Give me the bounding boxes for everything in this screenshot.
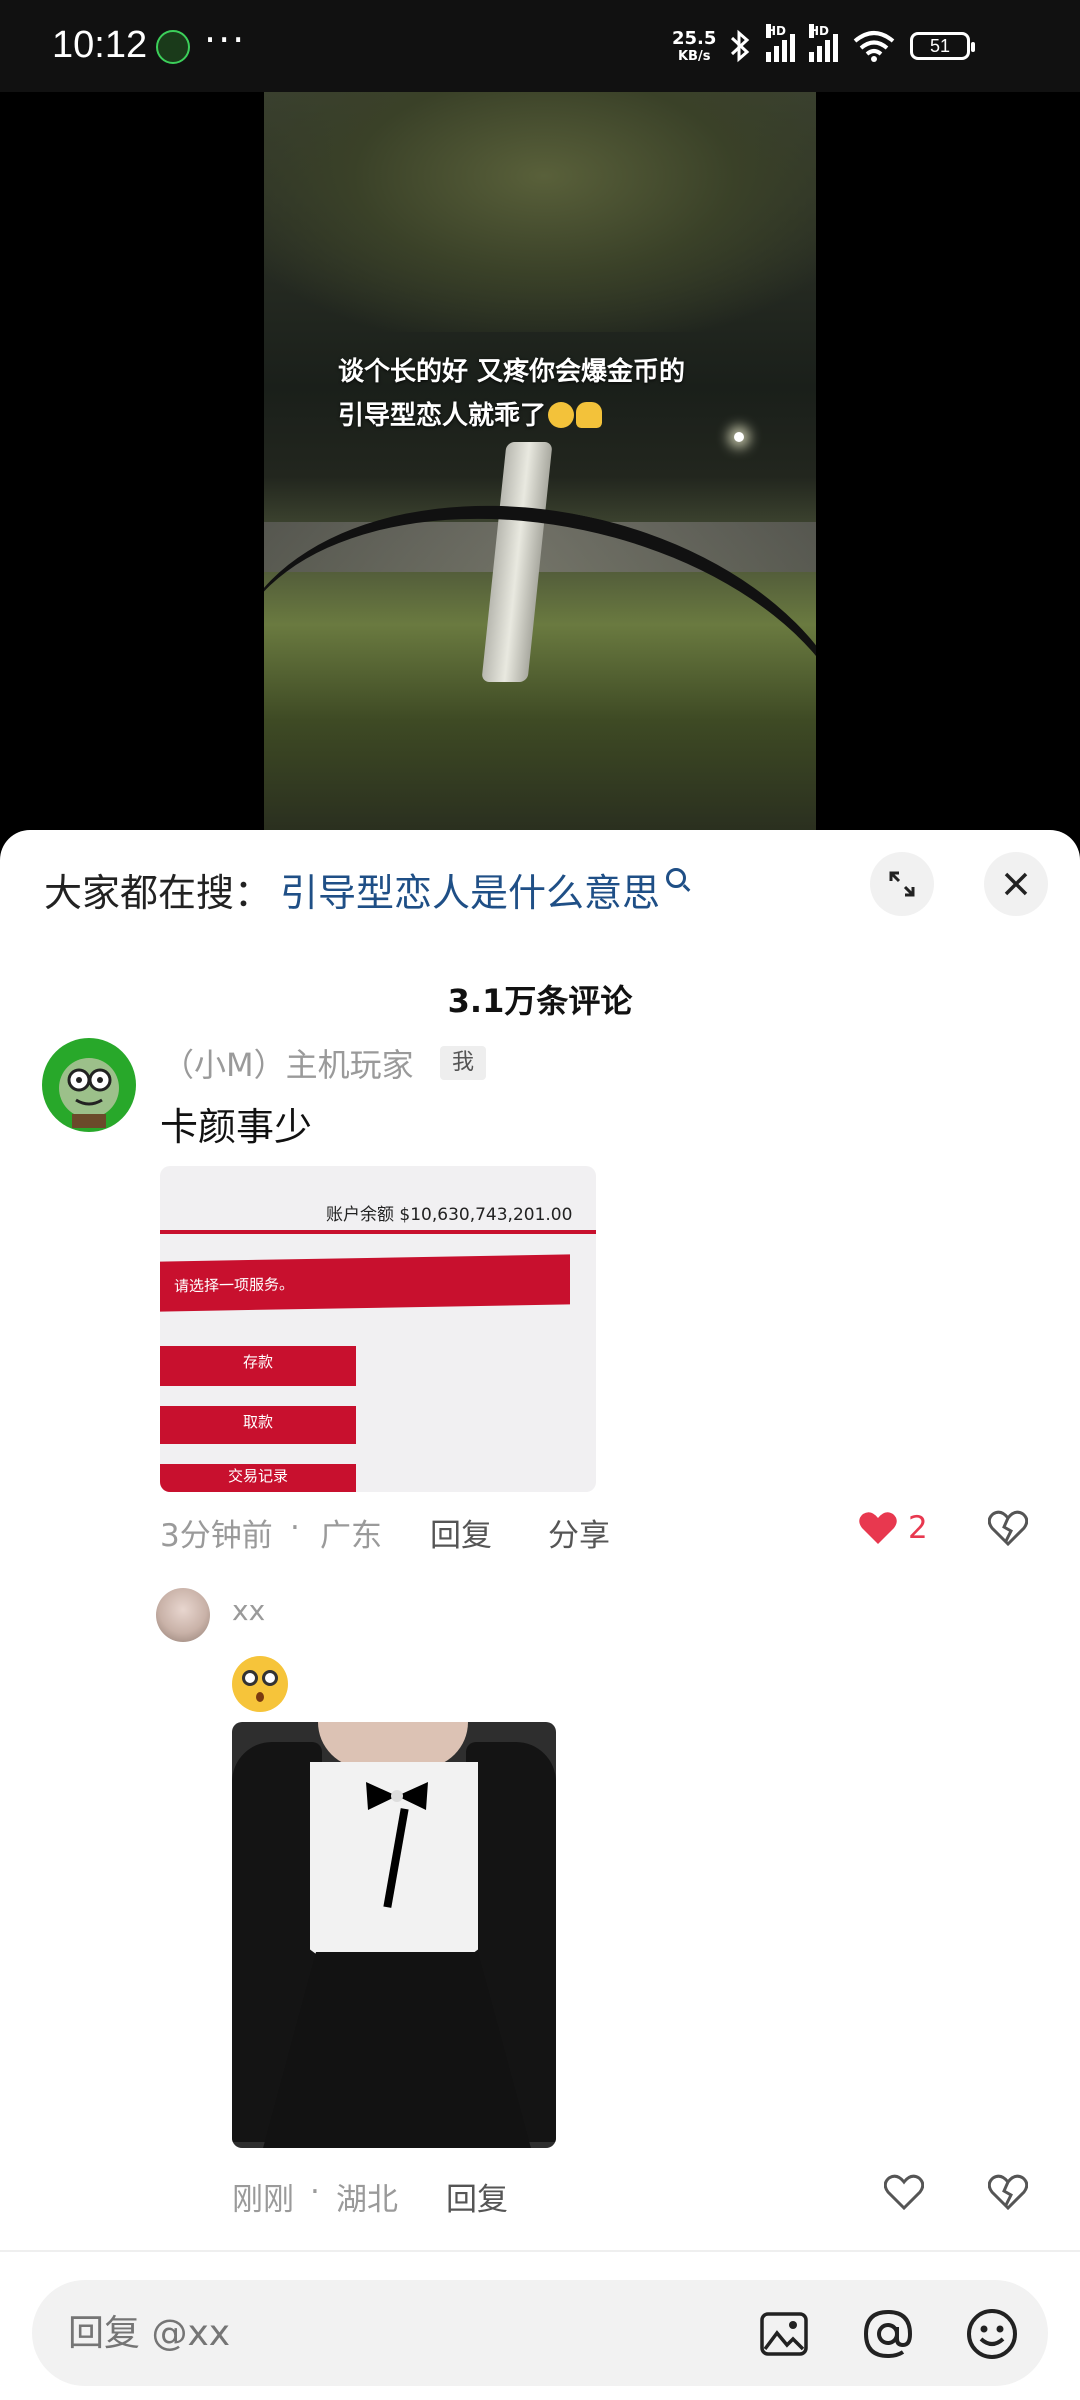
comment-text: 卡颜事少: [160, 1105, 313, 1149]
wifi-icon: [853, 31, 895, 62]
search-suggestion-prefix: 大家都在搜：: [44, 871, 273, 915]
dislike-button[interactable]: [986, 1506, 1030, 1550]
atm-balance-label: 账户余额 $10,630,743,201.00: [326, 1205, 573, 1225]
more-notifications-icon: ···: [204, 18, 247, 62]
dizzy-face-emoji-icon: [232, 1656, 288, 1712]
atm-deposit-label: 存款: [242, 1353, 273, 1371]
reply-location: 湖北: [336, 2182, 398, 2218]
atm-history-label: 交易记录: [227, 1467, 288, 1485]
video-caption: 谈个长的好 又疼你会爆金币的 引导型恋人就乖了: [338, 350, 685, 438]
app-notification-icon: [156, 30, 190, 64]
status-bar: 10:12 ··· 25.5 KB/s HD HD 51: [0, 0, 1080, 92]
image-picker-button[interactable]: [758, 2308, 810, 2360]
search-suggestion-link[interactable]: 引导型恋人是什么意思: [280, 862, 687, 917]
atm-service-prompt: 请选择一项服务。: [160, 1254, 570, 1312]
dislike-button[interactable]: [986, 2170, 1030, 2214]
reply-button[interactable]: 回复: [430, 1510, 492, 1555]
search-suggestion-text: 引导型恋人是什么意思: [280, 871, 661, 915]
like-button[interactable]: [856, 1506, 900, 1550]
share-button[interactable]: 分享: [548, 1510, 610, 1555]
smiley-icon: [967, 2309, 1017, 2359]
atm-service-prompt-text: 请选择一项服务。: [174, 1275, 295, 1296]
expand-button[interactable]: [870, 852, 934, 916]
reply-button[interactable]: 回复: [446, 2174, 508, 2219]
comment-location-separator: ·: [290, 1510, 300, 1546]
broken-heart-icon: [988, 1510, 1028, 1546]
video-street-light: [734, 432, 744, 442]
video-caption-line1: 谈个长的好 又疼你会爆金币的: [338, 357, 686, 387]
pointing-finger-emoji-icon: [576, 402, 603, 428]
thinking-face-emoji-icon: [548, 402, 575, 428]
zombie-avatar-icon: [59, 1058, 119, 1128]
close-button[interactable]: [984, 852, 1048, 916]
network-speed-value: 25.5: [672, 28, 717, 49]
cell-signal-1-icon: HD: [766, 24, 795, 62]
network-speed: 25.5 KB/s: [672, 30, 716, 66]
like-count: 2: [908, 1510, 928, 1546]
close-icon: [1004, 872, 1028, 896]
self-badge: 我: [440, 1046, 486, 1080]
atm-divider: [160, 1230, 596, 1234]
broken-heart-icon: [988, 2174, 1028, 2210]
reply-bar: [32, 2280, 1048, 2388]
comment-sheet: 大家都在搜： 引导型恋人是什么意思 3.1万条评论 （小M）主机玩家 我 卡颜事…: [0, 830, 1080, 2400]
bow-icon: [366, 1782, 428, 1810]
heart-outline-icon: [884, 2174, 924, 2210]
reply-location-separator: ·: [310, 2174, 320, 2210]
video-frame[interactable]: 谈个长的好 又疼你会爆金币的 引导型恋人就乖了: [264, 92, 816, 832]
status-time: 10:12: [52, 24, 148, 66]
comment-image-atm-screen[interactable]: 账户余额 $10,630,743,201.00 请选择一项服务。 存款 取款 交…: [160, 1166, 596, 1492]
comment-location: 广东: [320, 1518, 382, 1554]
cell-signal-2-icon: HD: [809, 24, 838, 62]
signal-1-hd-label: HD: [766, 24, 787, 38]
signal-2-hd-label: HD: [809, 24, 830, 38]
comment-time: 3分钟前: [160, 1518, 273, 1554]
atm-withdraw-label: 取款: [242, 1413, 273, 1431]
avatar[interactable]: [42, 1038, 136, 1132]
atm-deposit-button: 存款: [160, 1346, 356, 1386]
reply-time: 刚刚: [232, 2182, 294, 2218]
like-button[interactable]: [882, 2170, 926, 2214]
outfit-neckline: [318, 1722, 468, 1768]
atm-history-button: 交易记录: [160, 1464, 356, 1492]
heart-filled-icon: [859, 1512, 897, 1544]
video-player-area[interactable]: 谈个长的好 又疼你会爆金币的 引导型恋人就乖了: [0, 92, 1080, 832]
expand-icon: [889, 871, 915, 897]
emoji-button[interactable]: [964, 2306, 1020, 2362]
avatar[interactable]: [156, 1588, 210, 1642]
reply-input[interactable]: [66, 2280, 670, 2388]
comment-image-outfit[interactable]: [232, 1722, 556, 2148]
at-sign-icon: [863, 2309, 913, 2359]
image-icon: [760, 2312, 808, 2356]
search-icon: [666, 868, 687, 888]
video-caption-line2: 引导型恋人就乖了: [338, 401, 547, 431]
comment-username[interactable]: （小M）主机玩家: [162, 1040, 414, 1086]
atm-withdraw-button: 取款: [160, 1406, 356, 1444]
input-divider: [0, 2250, 1080, 2252]
comment-count: 3.1万条评论: [447, 982, 633, 1020]
mention-button[interactable]: [860, 2306, 916, 2362]
network-speed-unit: KB/s: [677, 49, 711, 64]
battery-icon: 51: [910, 32, 975, 60]
reply-username[interactable]: xx: [232, 1594, 265, 1627]
video-foliage: [264, 92, 816, 332]
bluetooth-icon: [730, 29, 750, 63]
